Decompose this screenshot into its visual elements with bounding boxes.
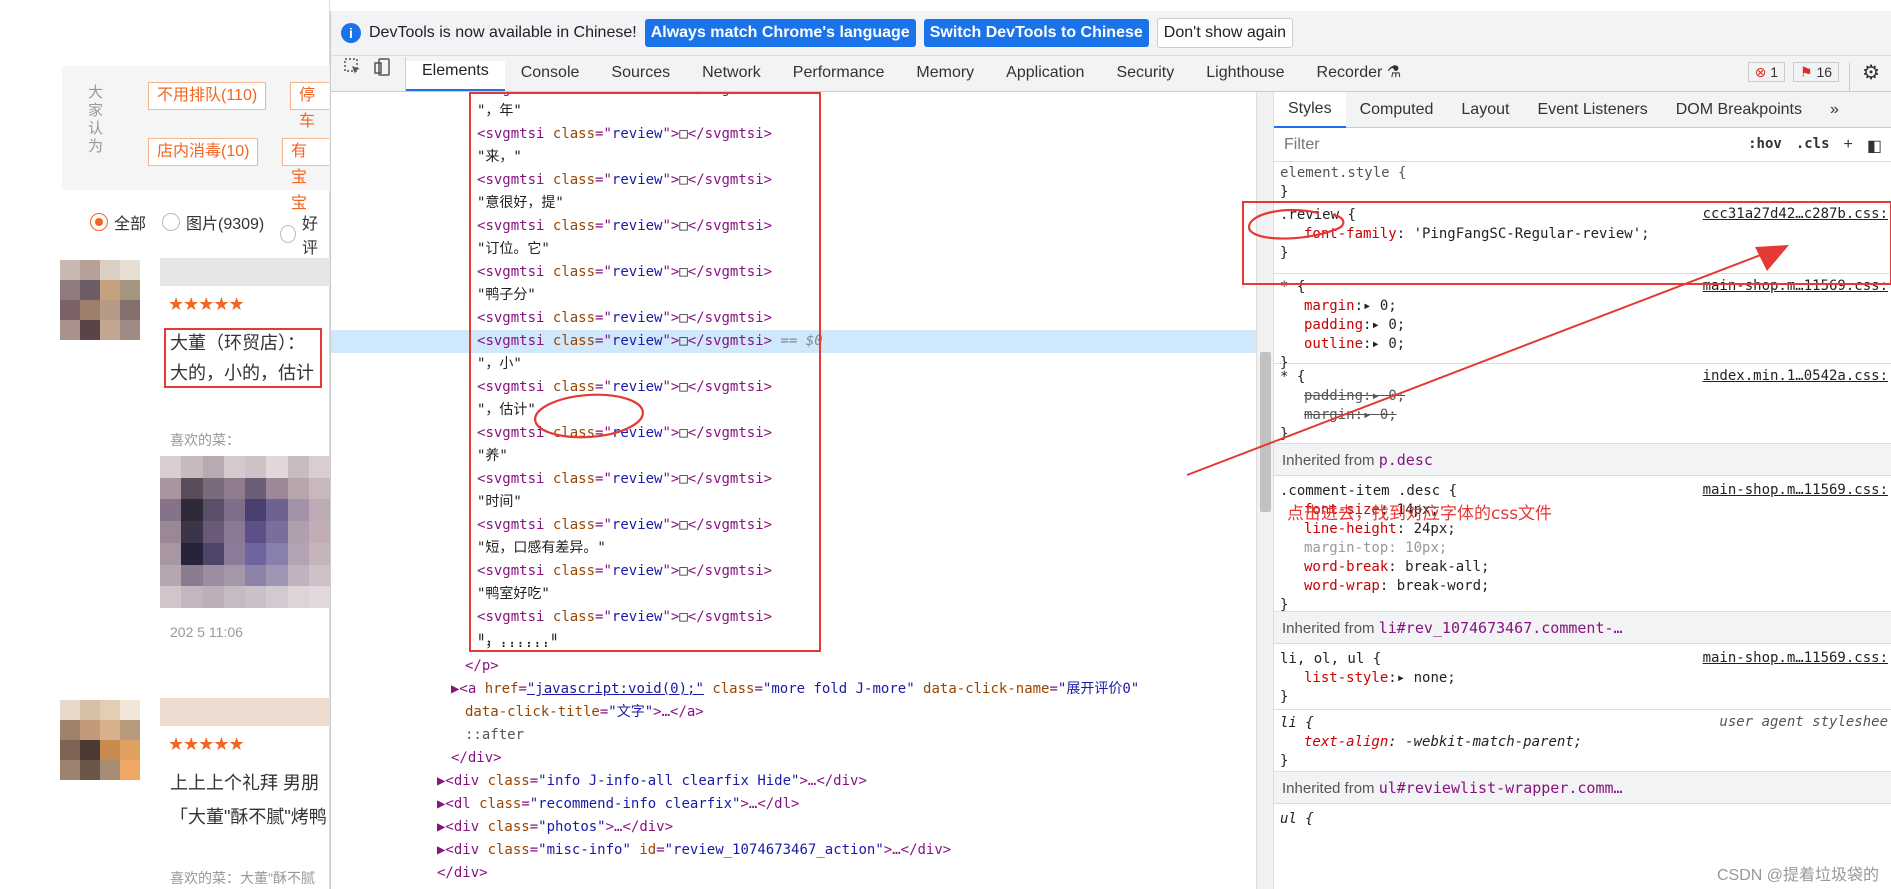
tab-application[interactable]: Application <box>990 63 1100 91</box>
tag-baby[interactable]: 有宝宝 <box>282 138 329 212</box>
add-rule-icon[interactable]: + <box>1844 136 1853 153</box>
recommend-label: 喜欢的菜：大董"酥不腻 <box>170 870 315 886</box>
language-infobar: i DevTools is now available in Chinese! … <box>331 11 1891 56</box>
ua-stylesheet-label: user agent styleshee <box>1719 714 1888 730</box>
recommend-label: 喜欢的菜： <box>170 432 240 448</box>
rule-li-ua[interactable]: li { user agent styleshee text-align: -w… <box>1274 710 1891 772</box>
rule-ul[interactable]: ul { <box>1274 804 1891 844</box>
tab-security[interactable]: Security <box>1100 63 1190 91</box>
dom-line[interactable]: data-click-title="文字">…</a> <box>465 701 704 724</box>
tab-dom-breakpoints[interactable]: DOM Breakpoints <box>1662 93 1816 127</box>
tab-elements[interactable]: Elements <box>406 61 505 91</box>
filter-photos[interactable]: 图片(9309) <box>162 210 264 234</box>
device-toolbar-icon[interactable] <box>369 57 406 91</box>
inherited-from-ul: Inherited from ul#reviewlist-wrapper.com… <box>1274 772 1891 804</box>
rating-stars: ★★★★★ <box>168 734 245 754</box>
review-text-line1: 上上上个礼拜 男朋 <box>170 773 320 793</box>
inherited-from-li: Inherited from li#rev_1074673467.comment… <box>1274 612 1891 644</box>
highlight-box-svgmtsi <box>469 92 821 652</box>
tag-no-queue[interactable]: 不用排队(110) <box>148 82 267 110</box>
dom-line[interactable]: </p> <box>465 655 499 678</box>
radio-icon <box>280 225 296 243</box>
highlight-box-review <box>164 328 322 388</box>
tab-recorder[interactable]: Recorder ⚗ <box>1301 63 1418 91</box>
vertical-label: 大家认为 <box>88 84 104 155</box>
dom-line[interactable]: ::after <box>465 724 524 747</box>
hand-drawn-circle <box>534 393 644 439</box>
devtools-panel: i DevTools is now available in Chinese! … <box>330 11 1891 889</box>
review-text-line2: 「大董"酥不腻"烤鸭 <box>170 807 327 827</box>
error-icon: ⊗ <box>1754 64 1767 80</box>
dom-line[interactable]: ▶<a href="javascript:void(0);" class="mo… <box>451 678 1256 701</box>
error-badge[interactable]: ⊗ 1 <box>1744 62 1789 91</box>
username-blurred <box>160 258 330 286</box>
tab-styles[interactable]: Styles <box>1274 92 1346 128</box>
hov-toggle[interactable]: :hov <box>1748 136 1782 153</box>
tag-disinfect[interactable]: 店内消毒(10) <box>148 138 259 166</box>
avatar[interactable] <box>60 260 140 340</box>
flask-icon: ⚗ <box>1386 64 1402 81</box>
css-link[interactable]: main-shop.m…11569.css: <box>1703 650 1888 666</box>
devtools-tabbar: Elements Console Sources Network Perform… <box>331 56 1891 92</box>
filter-all[interactable]: 全部 <box>90 210 146 234</box>
red-arrow <box>1186 245 1789 476</box>
dont-show-again-button[interactable]: Don't show again <box>1156 18 1294 48</box>
avatar[interactable] <box>60 700 140 780</box>
dom-line[interactable]: ▶<dl class="recommend-info clearfix">…</… <box>437 793 799 816</box>
match-language-button[interactable]: Always match Chrome's language <box>644 19 916 47</box>
radio-icon <box>162 213 180 231</box>
tab-memory[interactable]: Memory <box>900 63 990 91</box>
review-date: 202 5 11:06 <box>170 624 243 640</box>
issue-icon: ⚑ <box>1800 64 1813 80</box>
rule-comment-desc[interactable]: .comment-item .desc { main-shop.m…11569.… <box>1274 476 1891 613</box>
styles-filter: Filter :hov .cls + ◧ <box>1274 128 1891 162</box>
cls-toggle[interactable]: .cls <box>1796 136 1830 153</box>
tab-event-listeners[interactable]: Event Listeners <box>1523 93 1661 127</box>
filter-good[interactable]: 好评 <box>280 210 330 258</box>
tab-computed[interactable]: Computed <box>1346 93 1448 127</box>
more-tabs-icon[interactable]: » <box>1816 93 1853 127</box>
infobar-message: DevTools is now available in Chinese! <box>369 24 637 41</box>
inspect-icon[interactable] <box>331 57 369 91</box>
tab-lighthouse[interactable]: Lighthouse <box>1190 63 1300 91</box>
gear-icon[interactable]: ⚙ <box>1849 63 1891 91</box>
dom-tree: <svgmtsi class="review">□</svgmtsi> "，年"… <box>331 92 1256 889</box>
dom-line[interactable]: </div> <box>437 862 488 885</box>
rule-element-style[interactable]: element.style { } <box>1274 162 1891 202</box>
warning-badge[interactable]: ⚑ 16 <box>1789 62 1849 91</box>
web-page-panel: 大家认为 不用排队(110) 停车 店内消毒(10) 有宝宝 全部 图片(930… <box>0 0 348 889</box>
username-blurred <box>160 698 330 726</box>
watermark: CSDN @提着垃圾袋的 <box>1716 867 1879 884</box>
info-icon: i <box>341 23 361 43</box>
switch-chinese-button[interactable]: Switch DevTools to Chinese <box>923 19 1149 47</box>
filter-input[interactable]: Filter <box>1284 136 1748 153</box>
annotation-text: 点击进去，找到对应字体的css文件 <box>1287 504 1553 524</box>
tab-sources[interactable]: Sources <box>595 63 686 91</box>
tab-network[interactable]: Network <box>686 63 777 91</box>
dom-line[interactable]: </div> <box>451 747 502 770</box>
radio-checked-icon <box>90 213 108 231</box>
tab-performance[interactable]: Performance <box>777 63 901 91</box>
rule-list[interactable]: li, ol, ul { main-shop.m…11569.css: list… <box>1274 644 1891 710</box>
tag-parking[interactable]: 停车 <box>290 82 329 130</box>
tab-console[interactable]: Console <box>505 63 596 91</box>
dom-line[interactable]: ▶<div class="info J-info-all clearfix Hi… <box>437 770 867 793</box>
review-photo[interactable] <box>160 456 330 608</box>
dom-line[interactable]: ▶<div class="misc-info" id="review_10746… <box>437 839 951 862</box>
tab-layout[interactable]: Layout <box>1447 93 1523 127</box>
dom-line[interactable]: ▶<div class="photos">…</div> <box>437 816 673 839</box>
styles-tabbar: Styles Computed Layout Event Listeners D… <box>1274 92 1891 128</box>
rating-stars: ★★★★★ <box>168 294 245 314</box>
sidebar-toggle-icon[interactable]: ◧ <box>1867 136 1882 155</box>
